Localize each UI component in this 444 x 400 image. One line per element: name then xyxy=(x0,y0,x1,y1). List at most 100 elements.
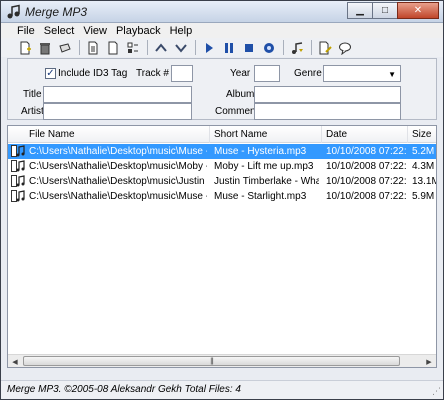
file-name-cell: C:\Users\Nathalie\Desktop\music\Moby - L… xyxy=(29,161,207,172)
comment-input[interactable] xyxy=(254,103,401,120)
status-bar: Merge MP3. ©2005-08 Aleksandr Gekh Total… xyxy=(1,380,443,399)
scroll-left-button[interactable]: ◀ xyxy=(8,355,22,367)
track-input[interactable] xyxy=(171,65,193,82)
merge-button[interactable] xyxy=(289,40,305,56)
toolbar-separator xyxy=(195,40,196,55)
date-cell: 10/10/2008 07:22:41 xyxy=(326,161,406,172)
date-cell: 10/10/2008 07:22:36 xyxy=(326,191,406,202)
select-none-icon xyxy=(108,41,118,54)
column-divider[interactable] xyxy=(407,126,408,143)
artist-label: Artist xyxy=(21,106,44,117)
file-name-cell: C:\Users\Nathalie\Desktop\music\Muse - S… xyxy=(29,191,207,202)
chevron-down-icon: ▼ xyxy=(388,70,396,79)
move-down-button[interactable] xyxy=(173,40,189,56)
column-header-file-name[interactable]: File Name xyxy=(29,129,75,140)
horizontal-scrollbar[interactable]: ◀ ||| ▶ xyxy=(8,354,436,367)
include-id3-label: Include ID3 Tag xyxy=(58,68,128,79)
close-button[interactable]: ✕ xyxy=(397,2,439,19)
size-cell: 13.1M xyxy=(412,176,436,187)
app-logo-icon xyxy=(7,4,20,19)
id3-tag-panel: ✓ Include ID3 Tag Track # Year Genre ▼ T… xyxy=(7,58,437,120)
select-all-button[interactable] xyxy=(85,40,101,56)
select-none-button[interactable] xyxy=(105,40,121,56)
date-cell: 10/10/2008 07:22:47 xyxy=(326,146,406,157)
include-id3-checkbox[interactable]: ✓ xyxy=(45,68,56,79)
title-bar[interactable]: Merge MP3 ▁ □ ✕ xyxy=(1,1,443,23)
comment-button[interactable] xyxy=(337,40,353,56)
clear-list-button[interactable] xyxy=(57,40,73,56)
table-row[interactable]: C:\Users\Nathalie\Desktop\music\Moby - L… xyxy=(8,159,436,174)
file-name-cell: C:\Users\Nathalie\Desktop\music\Justin T… xyxy=(29,176,207,187)
file-list: File Name Short Name Date Size C:\Users\… xyxy=(7,125,437,368)
edit-tags-button[interactable] xyxy=(317,40,333,56)
genre-select[interactable]: ▼ xyxy=(323,65,401,82)
short-name-cell: Justin Timberlake - What g... xyxy=(214,176,319,187)
invert-selection-icon xyxy=(127,42,138,53)
column-divider[interactable] xyxy=(321,126,322,143)
menu-file[interactable]: File xyxy=(17,25,35,37)
menu-select[interactable]: Select xyxy=(44,25,75,37)
chevron-left-icon: ◀ xyxy=(12,358,18,366)
year-input[interactable] xyxy=(254,65,280,82)
close-icon: ✕ xyxy=(413,5,423,16)
stop-icon xyxy=(245,43,253,52)
minimize-button[interactable]: ▁ xyxy=(347,2,373,19)
toolbar-separator xyxy=(311,40,312,55)
title-input[interactable] xyxy=(43,86,192,103)
title-label: Title xyxy=(23,89,42,100)
grip-icon: ||| xyxy=(210,358,214,365)
stop-button[interactable] xyxy=(241,40,257,56)
toolbar xyxy=(1,38,443,57)
column-header-date[interactable]: Date xyxy=(326,129,347,140)
column-header-short-name[interactable]: Short Name xyxy=(214,129,267,140)
status-text: Merge MP3. ©2005-08 Aleksandr Gekh Total… xyxy=(7,384,241,395)
pause-button[interactable] xyxy=(221,40,237,56)
short-name-cell: Muse - Hysteria.mp3 xyxy=(214,146,307,157)
move-down-icon xyxy=(175,43,187,53)
album-input[interactable] xyxy=(254,86,401,103)
scroll-right-button[interactable]: ▶ xyxy=(422,355,436,367)
menu-bar: File Select View Playback Help xyxy=(1,23,443,38)
short-name-cell: Moby - Lift me up.mp3 xyxy=(214,161,314,172)
artist-input[interactable] xyxy=(43,103,192,120)
add-file-icon xyxy=(20,41,31,54)
record-icon xyxy=(264,42,274,53)
menu-playback[interactable]: Playback xyxy=(116,25,161,37)
maximize-button[interactable]: □ xyxy=(372,2,398,19)
table-row[interactable]: C:\Users\Nathalie\Desktop\music\Justin T… xyxy=(8,174,436,189)
resize-grip-icon[interactable]: ⋰ xyxy=(432,386,441,397)
move-up-icon xyxy=(155,42,167,52)
chevron-right-icon: ▶ xyxy=(426,358,432,366)
genre-label: Genre xyxy=(294,68,322,79)
table-row[interactable]: C:\Users\Nathalie\Desktop\music\Muse - S… xyxy=(8,189,436,204)
audio-file-icon xyxy=(11,145,25,157)
move-up-button[interactable] xyxy=(153,40,169,56)
delete-icon xyxy=(40,42,50,54)
comment-label: Comment xyxy=(215,106,259,117)
menu-help[interactable]: Help xyxy=(170,25,193,37)
play-button[interactable] xyxy=(201,40,217,56)
toolbar-separator xyxy=(283,40,284,55)
column-header-size[interactable]: Size xyxy=(412,129,431,140)
table-row[interactable]: C:\Users\Nathalie\Desktop\music\Muse - H… xyxy=(8,144,436,159)
toolbar-separator xyxy=(79,40,80,55)
edit-tags-icon xyxy=(319,41,332,54)
clear-list-icon xyxy=(59,42,71,53)
select-all-icon xyxy=(88,41,98,54)
scrollbar-thumb[interactable]: ||| xyxy=(23,356,400,366)
column-divider[interactable] xyxy=(209,126,210,143)
menu-view[interactable]: View xyxy=(83,25,107,37)
date-cell: 10/10/2008 07:22:39 xyxy=(326,176,406,187)
window-controls: ▁ □ ✕ xyxy=(347,2,439,20)
add-file-button[interactable] xyxy=(17,40,33,56)
comment-icon xyxy=(339,42,351,55)
audio-file-icon xyxy=(11,190,25,202)
size-cell: 4.3M xyxy=(412,161,435,172)
audio-file-icon xyxy=(11,160,25,172)
invert-selection-button[interactable] xyxy=(125,40,141,56)
delete-button[interactable] xyxy=(37,40,53,56)
merge-icon xyxy=(292,41,303,54)
record-button[interactable] xyxy=(261,40,277,56)
album-label: Album xyxy=(226,89,255,100)
toolbar-separator xyxy=(147,40,148,55)
